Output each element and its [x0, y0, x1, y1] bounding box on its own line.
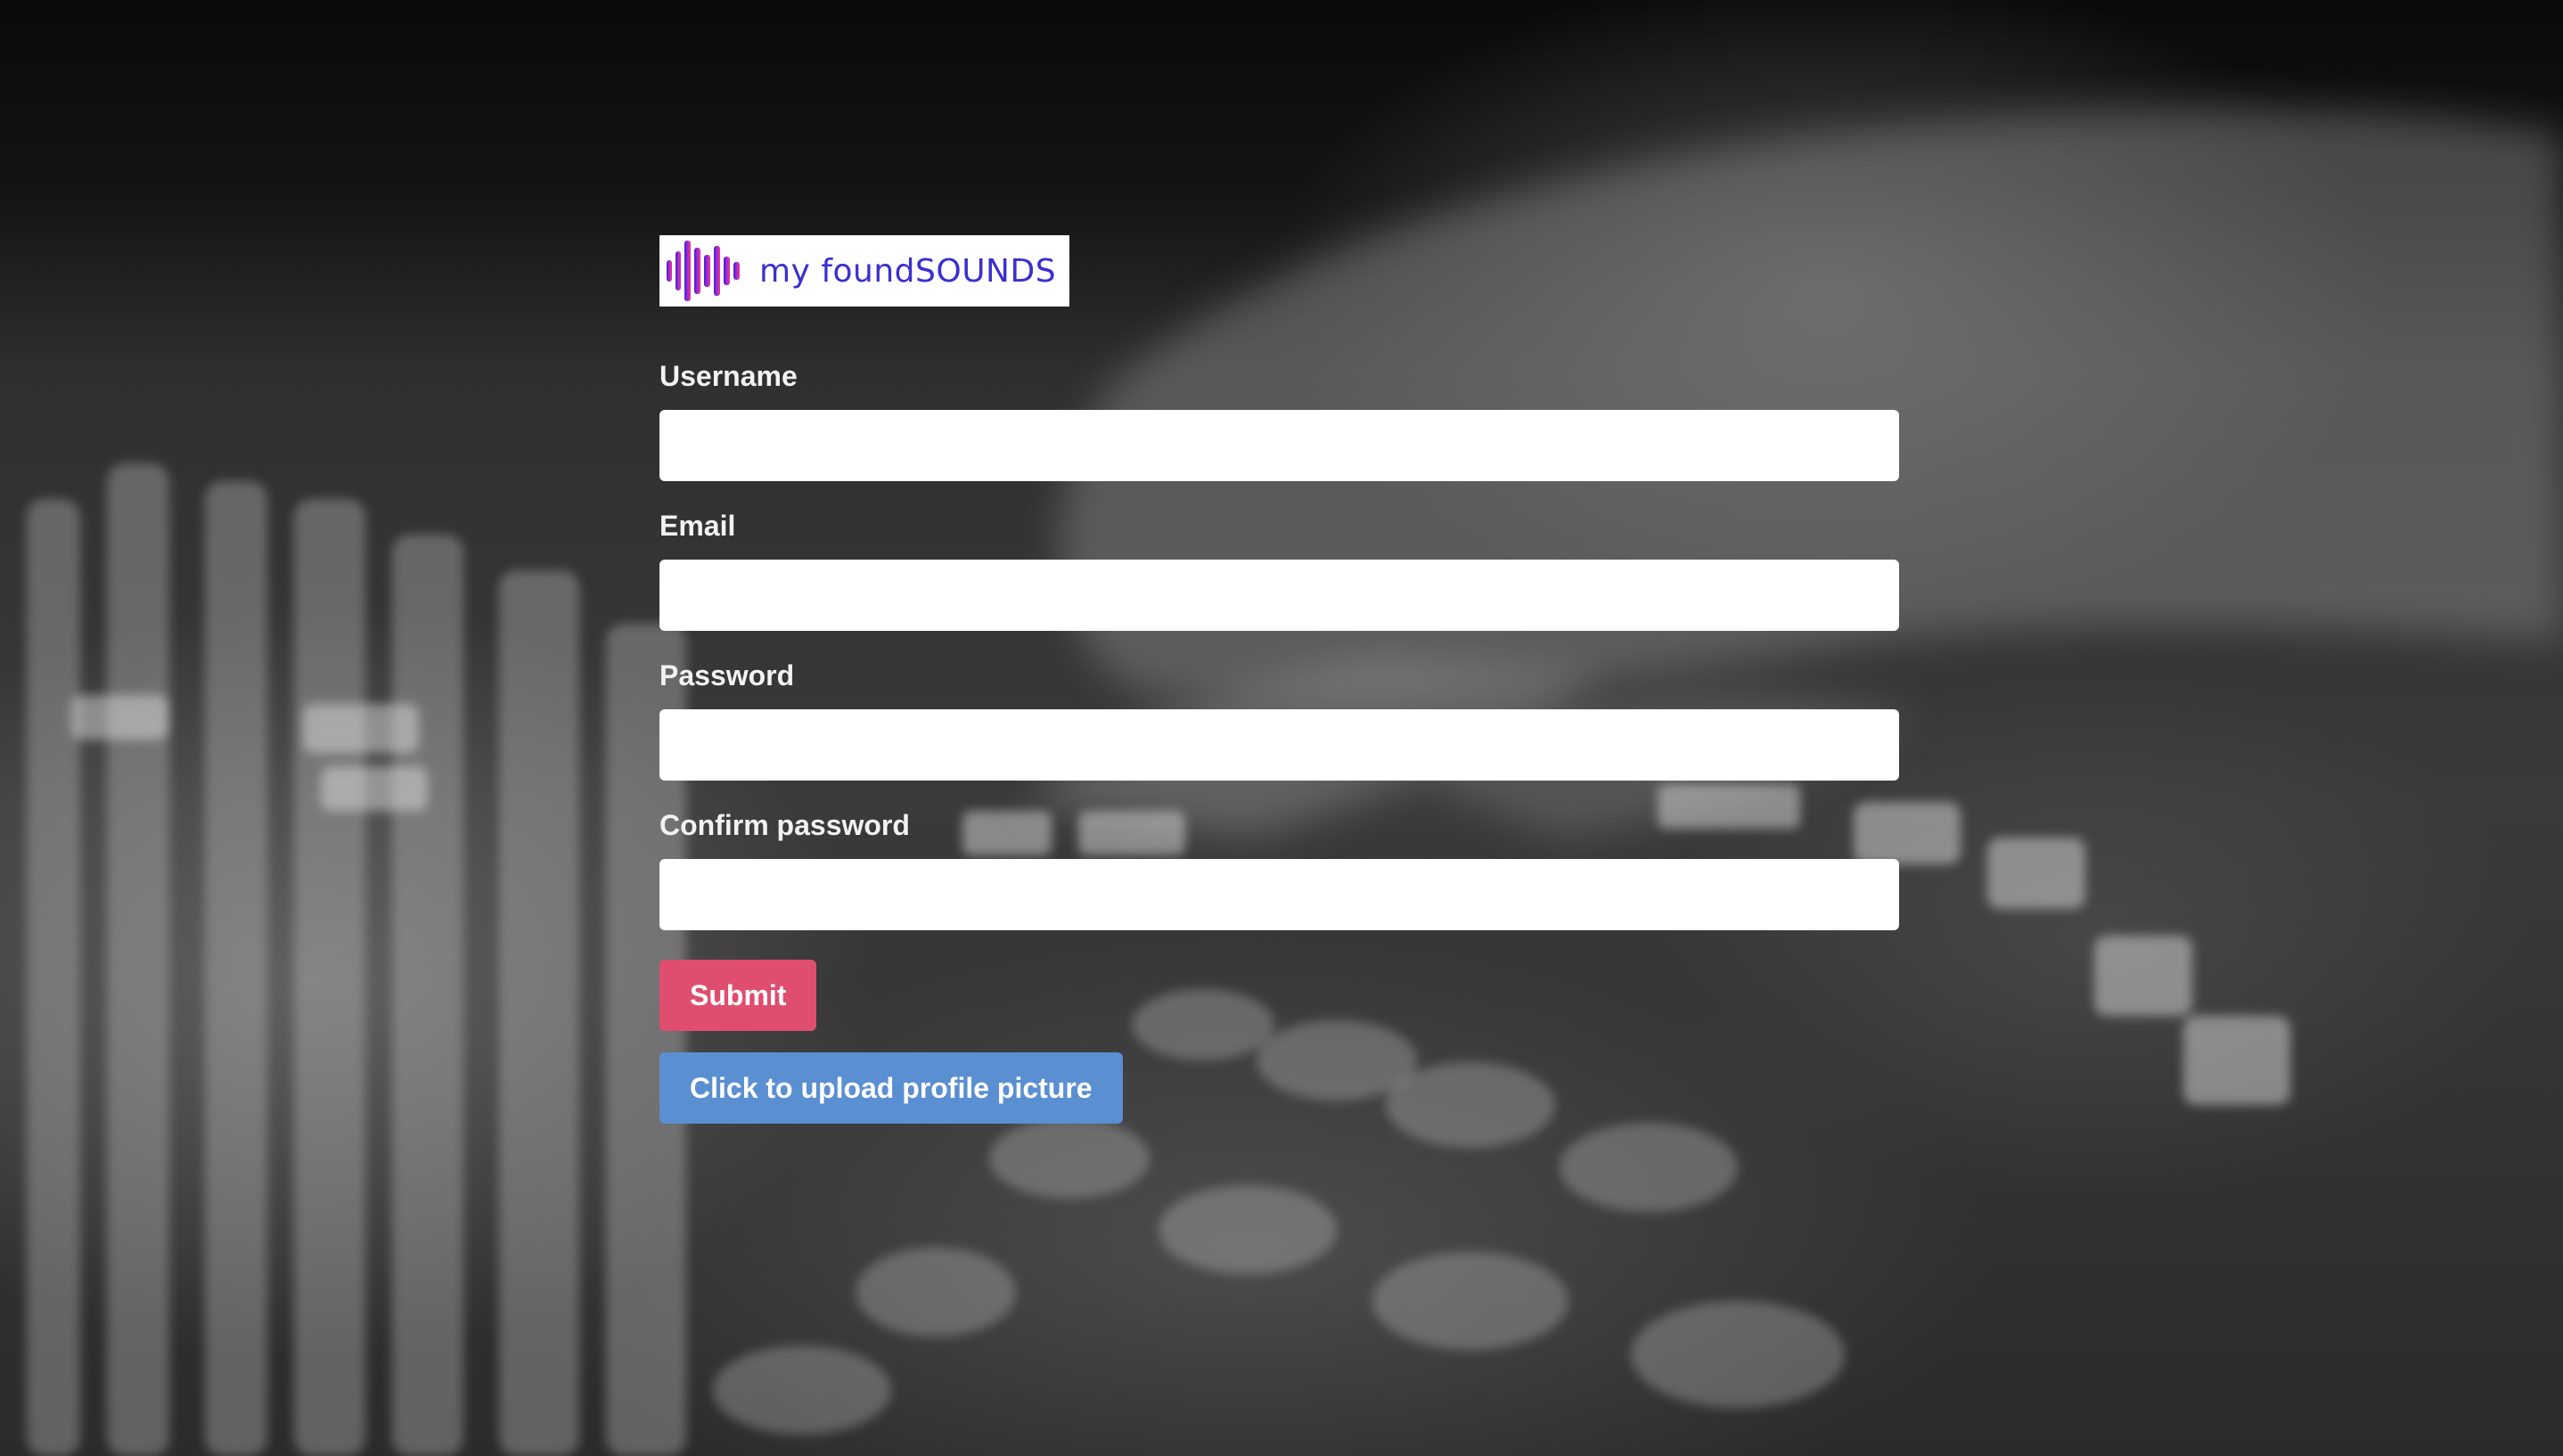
signup-form: my foundSOUNDS Username Email Password C…	[659, 235, 1899, 1124]
upload-profile-picture-button[interactable]: Click to upload profile picture	[659, 1052, 1123, 1124]
confirm-password-input[interactable]	[659, 859, 1899, 930]
submit-button[interactable]: Submit	[659, 960, 817, 1031]
email-label: Email	[659, 510, 736, 542]
brand-name: my foundSOUNDS	[759, 252, 1057, 290]
brand-logo: my foundSOUNDS	[659, 235, 1069, 307]
signup-page: my foundSOUNDS Username Email Password C…	[0, 0, 2563, 1456]
username-input[interactable]	[659, 410, 1899, 481]
password-input[interactable]	[659, 709, 1899, 781]
soundwave-icon	[665, 235, 747, 307]
email-input[interactable]	[659, 560, 1899, 631]
password-label: Password	[659, 659, 795, 691]
confirm-password-label: Confirm password	[659, 809, 910, 841]
username-label: Username	[659, 360, 798, 392]
